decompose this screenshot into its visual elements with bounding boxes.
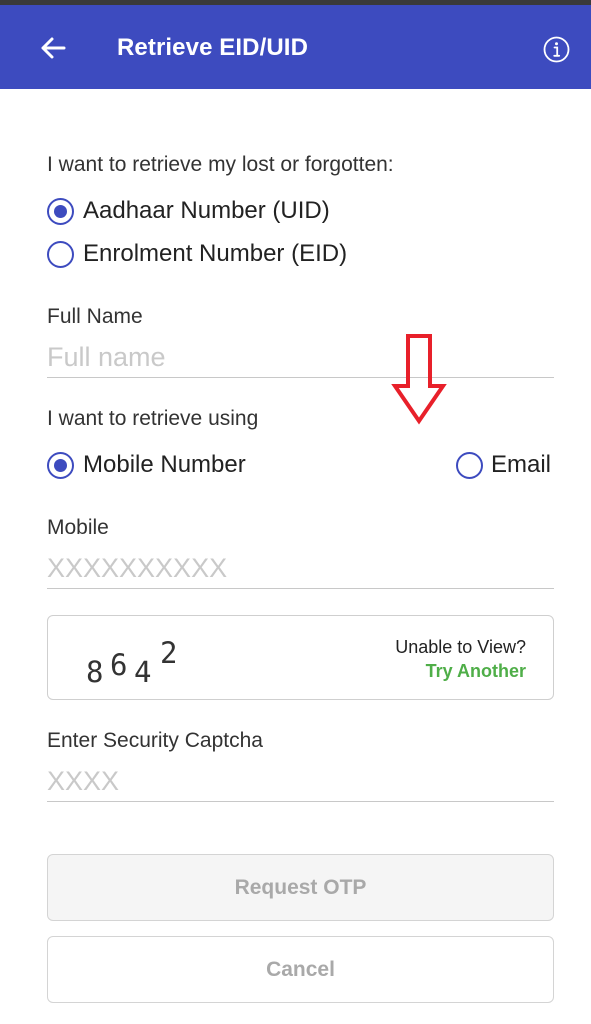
radio-mobile-number[interactable]: Mobile Number [47, 451, 246, 479]
captcha-digit-2: 6 [110, 648, 127, 682]
radio-label-enrolment: Enrolment Number (EID) [83, 240, 348, 267]
radio-label-aadhaar: Aadhaar Number (UID) [83, 197, 330, 224]
radio-button[interactable] [456, 451, 483, 479]
cancel-button[interactable]: Cancel [47, 936, 554, 1003]
arrow-left-icon[interactable] [36, 31, 70, 65]
security-captcha-input[interactable] [47, 762, 554, 802]
captcha-digit-3: 4 [134, 655, 151, 686]
full-name-label: Full Name [47, 305, 143, 328]
request-otp-button[interactable]: Request OTP [47, 854, 554, 921]
app-bar: Retrieve EID/UID [0, 5, 591, 89]
unable-to-view-text: Unable to View? [395, 637, 526, 657]
captcha-digit-1: 8 [86, 655, 103, 686]
info-circle-icon[interactable] [542, 35, 571, 64]
radio-email[interactable]: Email [456, 451, 551, 479]
radio-button-checked[interactable] [47, 197, 74, 225]
radio-button[interactable] [47, 240, 74, 268]
security-captcha-label: Enter Security Captcha [47, 729, 263, 752]
captcha-digit-4: 2 [160, 636, 177, 670]
radio-label-email: Email [491, 451, 552, 478]
down-arrow-annotation-icon [391, 334, 447, 425]
mobile-label: Mobile [47, 516, 109, 539]
captcha-image: 8 6 4 2 [86, 636, 177, 686]
retrieve-lost-label: I want to retrieve my lost or forgotten: [47, 153, 394, 176]
captcha-box: 8 6 4 2 Unable to View? Try Another [47, 615, 554, 700]
radio-label-mobile: Mobile Number [83, 451, 246, 478]
mobile-input[interactable] [47, 549, 554, 589]
full-name-input[interactable] [47, 338, 554, 378]
retrieve-using-label: I want to retrieve using [47, 407, 259, 430]
page-title: Retrieve EID/UID [117, 34, 308, 61]
try-another-link[interactable]: Try Another [426, 661, 526, 682]
radio-button-checked[interactable] [47, 451, 74, 479]
radio-aadhaar-number[interactable]: Aadhaar Number (UID) [47, 197, 330, 225]
radio-enrolment-number[interactable]: Enrolment Number (EID) [47, 240, 347, 268]
